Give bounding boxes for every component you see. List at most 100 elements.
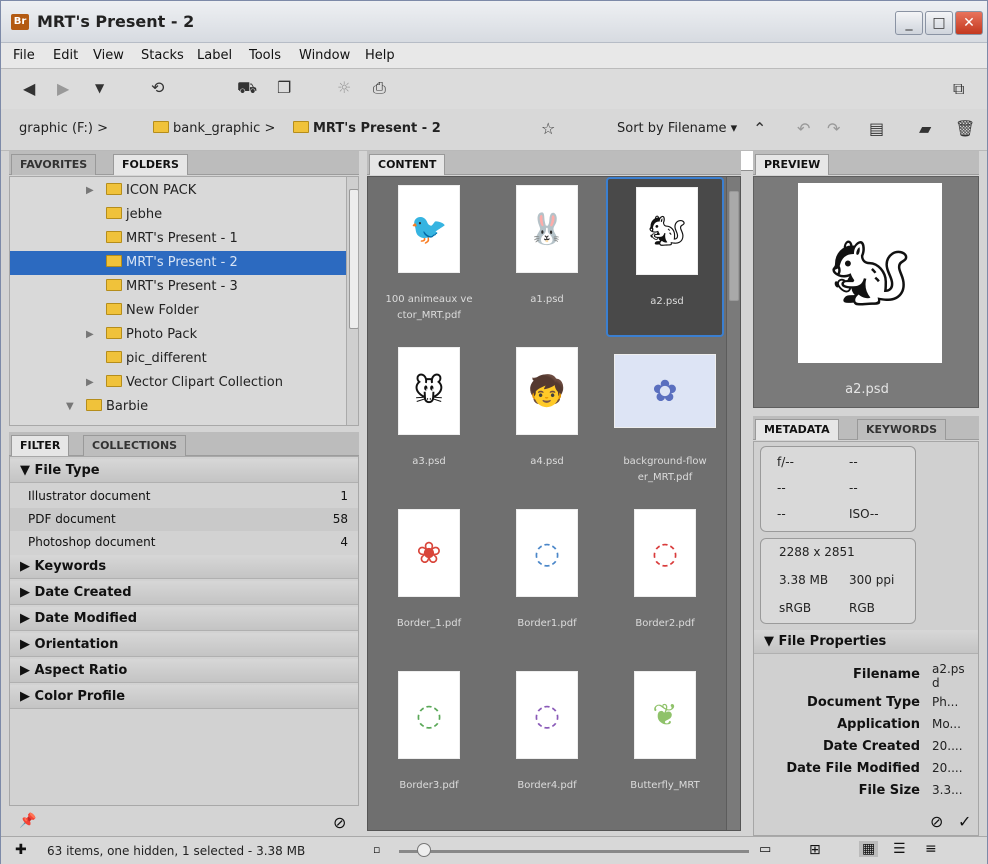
open-recent-icon[interactable]: ▤ <box>869 119 884 138</box>
menu-view[interactable]: View <box>93 48 124 63</box>
filter-panel-tabs: FILTER COLLECTIONS <box>9 432 359 456</box>
rotate-icon[interactable]: ☼ <box>337 78 351 97</box>
sort-dropdown[interactable]: Sort by Filename ▾ <box>617 121 737 136</box>
thumbnail[interactable]: ◌ Border3.pdf <box>370 663 488 823</box>
filter-section-date-created[interactable]: ▶ Date Created <box>10 581 358 605</box>
thumbnail[interactable]: ◌ Border2.pdf <box>606 501 724 661</box>
filter-item[interactable]: PDF document 58 <box>10 508 358 531</box>
folder-item[interactable]: ▶ Photo Pack <box>10 323 346 347</box>
rotate-left-icon[interactable]: ↶ <box>797 119 810 138</box>
menu-window[interactable]: Window <box>299 48 350 63</box>
breadcrumb-drive[interactable]: graphic (F:) > <box>19 121 108 136</box>
zoom-out-icon[interactable]: ▫ <box>373 843 380 856</box>
folder-item[interactable]: MRT's Present - 3 <box>10 275 346 299</box>
folder-item[interactable]: ▶ ICON PACK <box>10 179 346 203</box>
forward-arrow-icon[interactable]: ▶ <box>57 79 69 98</box>
filter-section-aspect-ratio[interactable]: ▶ Aspect Ratio <box>10 659 358 683</box>
thumbnail[interactable]: 🧒 a4.psd <box>488 339 606 499</box>
new-folder-icon[interactable]: ▰ <box>919 119 931 138</box>
grid-lock-icon[interactable]: ⊞ <box>809 842 821 858</box>
pin-icon[interactable]: ✚ <box>15 842 27 858</box>
title-bar: Br MRT's Present - 2 _ □ ✕ <box>1 1 987 43</box>
refine-icon[interactable]: ❐ <box>277 78 291 97</box>
exposure-value: -- <box>777 481 786 495</box>
breadcrumb-folder[interactable]: bank_graphic > <box>153 121 275 136</box>
tab-keywords[interactable]: KEYWORDS <box>857 419 947 440</box>
zoom-in-icon[interactable]: ▭ <box>759 842 771 857</box>
history-dropdown-icon[interactable]: ▼ <box>95 81 104 95</box>
apply-check-icon[interactable]: ✓ <box>958 812 971 831</box>
trash-icon[interactable]: 🗑 <box>955 119 975 138</box>
menu-help[interactable]: Help <box>365 48 395 63</box>
thumbnail[interactable]: 🐰 a1.psd <box>488 177 606 337</box>
menu-label[interactable]: Label <box>197 48 232 63</box>
scrollbar-thumb[interactable] <box>349 189 358 329</box>
folder-item[interactable]: pic_different <box>10 347 346 371</box>
filter-clear-icon[interactable]: ⊘ <box>333 813 346 832</box>
folder-item[interactable]: ▼ Barbie <box>10 395 346 419</box>
rotate-right-icon[interactable]: ↷ <box>827 119 840 138</box>
filter-section-keywords[interactable]: ▶ Keywords <box>10 555 358 579</box>
slider-knob[interactable] <box>416 843 431 857</box>
view-details-icon[interactable]: ☰ <box>893 841 906 857</box>
prop-key: Date File Modified <box>786 761 920 776</box>
filter-item[interactable]: Illustrator document 1 <box>10 485 358 508</box>
menu-edit[interactable]: Edit <box>53 48 78 63</box>
scrollbar-thumb[interactable] <box>729 191 739 301</box>
camera-import-icon[interactable]: ⛟ <box>237 78 257 99</box>
thumbnail[interactable]: ◌ Border4.pdf <box>488 663 606 823</box>
cancel-edit-icon[interactable]: ⊘ <box>930 812 943 831</box>
thumbnail[interactable]: ❀ Border_1.pdf <box>370 501 488 661</box>
filter-section-file-type[interactable]: ▼ File Type <box>10 459 358 483</box>
favorites-star-icon[interactable]: ☆ <box>541 119 555 138</box>
filter-section-color-profile[interactable]: ▶ Color Profile <box>10 685 358 709</box>
folder-item[interactable]: MRT's Present - 1 <box>10 227 346 251</box>
tab-favorites[interactable]: FAVORITES <box>11 154 97 175</box>
menu-stacks[interactable]: Stacks <box>141 48 184 63</box>
reveal-recent-icon[interactable]: ⟲ <box>151 78 164 97</box>
folder-item[interactable]: New Folder <box>10 299 346 323</box>
filter-section-date-modified[interactable]: ▶ Date Modified <box>10 607 358 631</box>
close-button[interactable]: ✕ <box>955 11 983 35</box>
thumbnail-selected[interactable]: 🐿 a2.psd <box>606 177 724 337</box>
prop-key: File Size <box>858 783 920 798</box>
menu-tools[interactable]: Tools <box>249 48 281 63</box>
content-scrollbar[interactable] <box>726 177 740 830</box>
folder-item[interactable]: jebhe <box>10 203 346 227</box>
keep-filter-pin-icon[interactable]: 📌 <box>19 813 36 829</box>
tab-content[interactable]: CONTENT <box>369 154 446 175</box>
thumbnail-size-slider[interactable] <box>399 850 749 853</box>
tab-folders[interactable]: FOLDERS <box>113 154 188 175</box>
thumbnail[interactable]: 🐭 a3.psd <box>370 339 488 499</box>
thumbnail[interactable]: 🐦 100 animeaux ve ctor_MRT.pdf <box>370 177 488 337</box>
output-icon[interactable]: ⎙ <box>373 78 386 98</box>
thumbnail[interactable]: ◌ Border1.pdf <box>488 501 606 661</box>
thumbnail-caption: Butterfly_MRT <box>630 780 700 791</box>
minimize-button[interactable]: _ <box>895 11 923 35</box>
breadcrumb-current[interactable]: MRT's Present - 2 <box>293 121 441 136</box>
thumbnail-image: ✿ <box>614 354 716 428</box>
tab-preview[interactable]: PREVIEW <box>755 154 830 175</box>
folder-icon <box>106 375 122 387</box>
view-thumbnails-icon[interactable]: ▦ <box>859 841 879 857</box>
maximize-button[interactable]: □ <box>925 11 953 35</box>
folder-item-selected[interactable]: MRT's Present - 2 <box>10 251 346 275</box>
menu-file[interactable]: File <box>13 48 35 63</box>
thumbnail[interactable]: ✿ background-flow er_MRT.pdf <box>606 339 724 499</box>
filter-section-orientation[interactable]: ▶ Orientation <box>10 633 358 657</box>
tab-metadata[interactable]: METADATA <box>755 419 839 440</box>
compact-mode-icon[interactable]: ⧉ <box>953 79 964 99</box>
preview-image[interactable]: 🐿 <box>798 183 942 363</box>
thumbnail[interactable]: ❦ Butterfly_MRT <box>606 663 724 823</box>
folder-item[interactable]: ▶ Vector Clipart Collection <box>10 371 346 395</box>
file-properties-header[interactable]: ▼ File Properties <box>754 630 978 654</box>
view-list-icon[interactable]: ≡ <box>925 841 937 857</box>
thumbnail-image: ◌ <box>634 509 696 597</box>
folder-icon <box>106 327 122 339</box>
folder-scrollbar[interactable] <box>346 177 358 425</box>
sort-ascending-icon[interactable]: ⌃ <box>753 119 766 138</box>
tab-collections[interactable]: COLLECTIONS <box>83 435 187 456</box>
back-arrow-icon[interactable]: ◀ <box>23 79 35 98</box>
filter-item[interactable]: Photoshop document 4 <box>10 531 358 554</box>
tab-filter[interactable]: FILTER <box>11 435 70 456</box>
